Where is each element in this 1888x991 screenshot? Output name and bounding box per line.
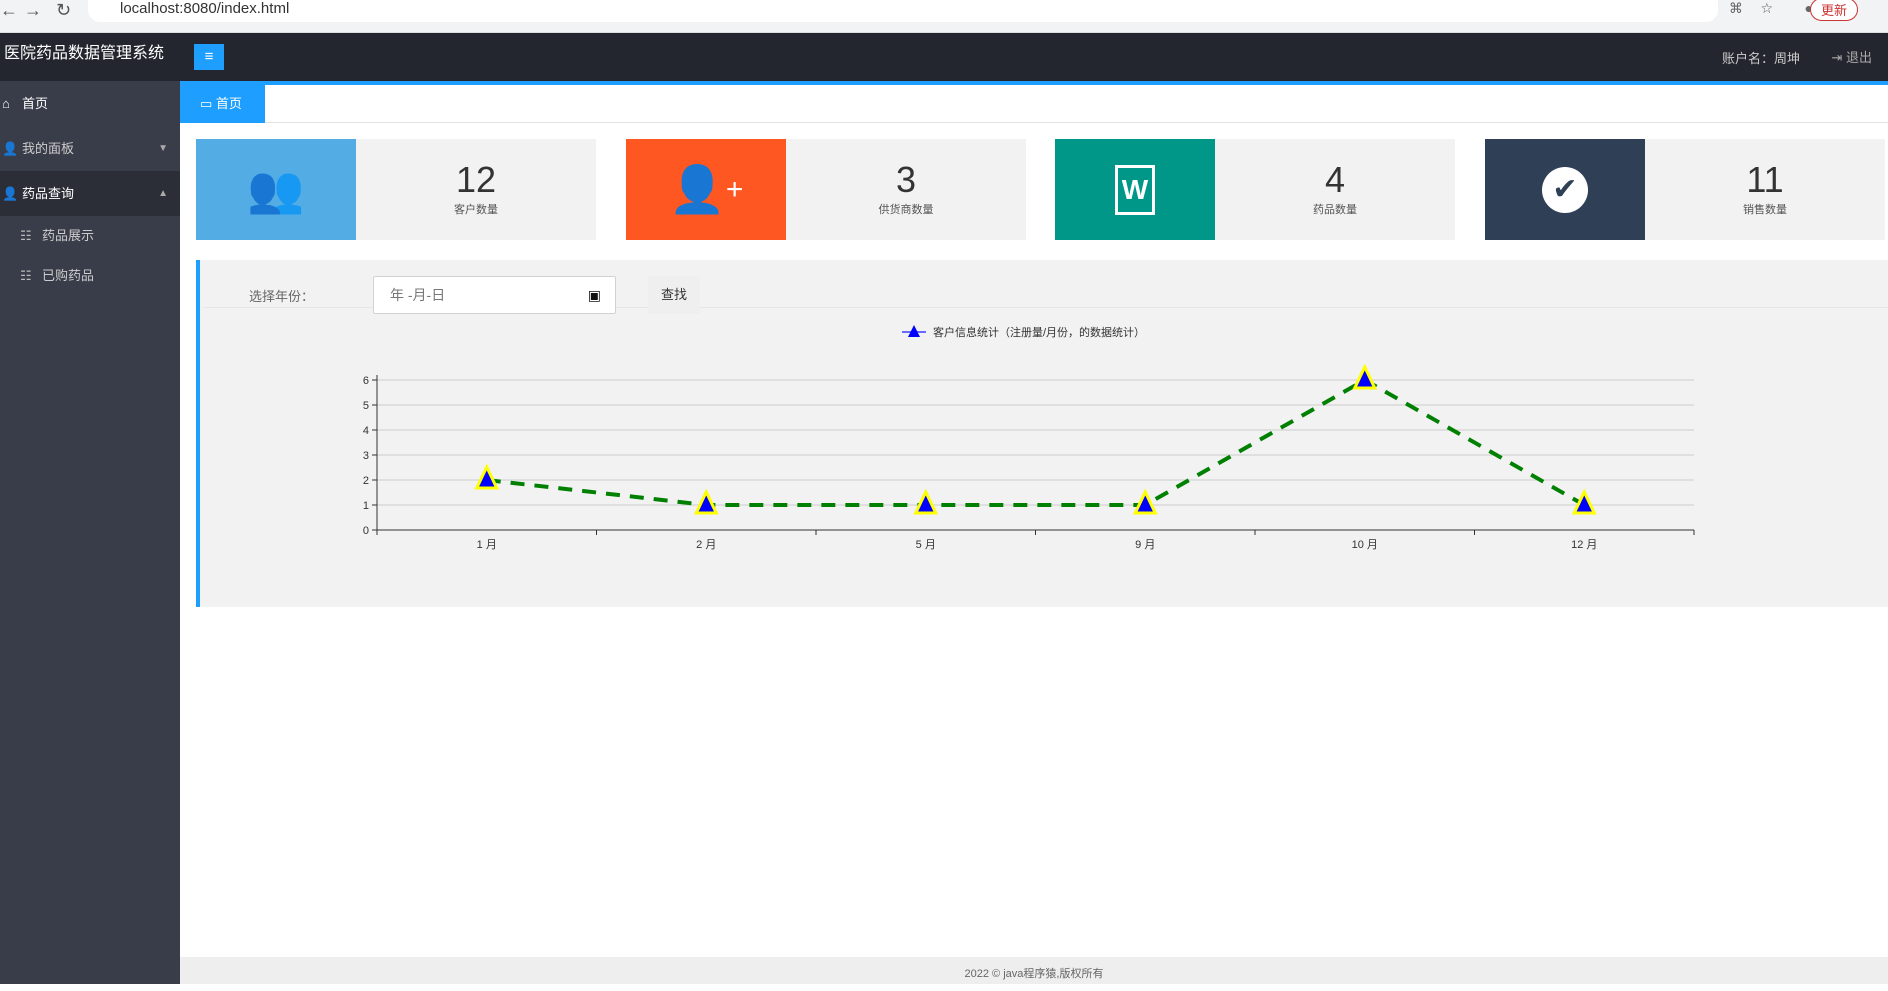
monitor-icon: ▭ [200,96,216,111]
list-icon: ☷ [20,228,32,243]
stat-value: 4 [1324,159,1346,200]
sidebar-item-drug-display[interactable]: ☷ 药品展示 [0,216,180,256]
star-icon[interactable]: ☆ [1760,0,1773,17]
home-icon: ⌂ [2,96,10,111]
stat-label: 药品数量 [1313,204,1357,216]
sidebar-item-purchased-drugs[interactable]: ☷ 已购药品 [0,256,180,296]
chevron-down-icon: ▼ [158,143,168,154]
sidebar-item-label: 已购药品 [42,268,95,283]
translate-icon[interactable]: ⌘ [1729,0,1743,17]
date-input[interactable]: 年 -月-日 ▣ [373,276,616,314]
y-tick-label: 0 [363,525,369,537]
legend-label: 客户信息统计（注册量/月份，的数据统计） [933,325,1145,339]
tab-divider [265,122,1888,123]
stat-value: 12 [455,159,497,200]
list-icon: ☷ [20,268,32,283]
series-line [486,377,1586,507]
sidebar-item-label: 药品查询 [22,186,75,201]
top-header: 医院药品数据管理系统 ≡ 账户名：周坤 ⇥ 退出 [0,33,1888,81]
update-button[interactable]: 更新 [1809,0,1858,21]
sidebar-item-home[interactable]: ⌂ 首页 [0,81,180,126]
address-bar[interactable]: localhost:8080/index.html [88,0,1718,22]
stat-card-sales: ✔ 11 销售数量 [1485,139,1885,240]
check-circle-icon: ✔ [1485,139,1645,240]
stat-card-drugs: W 4 药品数量 [1055,139,1455,240]
stat-value: 3 [895,159,917,200]
x-tick-label: 1 月 [477,539,497,551]
sidebar: ⌂ 首页 👤 我的面板 ▼ 👤 药品查询 ▲ ☷ 药品展示 ☷ 已购药品 [0,81,180,984]
logout-button[interactable]: ⇥ 退出 [1831,47,1872,66]
y-tick-label: 1 [363,500,369,512]
account-name: 账户名：周坤 [1721,51,1800,66]
stat-label: 供货商数量 [878,204,934,216]
x-tick-label: 2 月 [696,539,716,551]
users-icon: 👥 [196,139,356,240]
sidebar-item-label: 首页 [22,96,49,111]
menu-toggle-button[interactable]: ≡ [194,44,224,70]
stat-value: 11 [1746,159,1784,200]
chevron-up-icon: ▲ [158,188,168,199]
logout-label: 退出 [1845,50,1872,65]
tab-home[interactable]: ▭ 首页 [180,85,265,123]
y-tick-label: 5 [363,400,369,412]
header-accent-line [180,81,1888,85]
line-chart: 客户信息统计（注册量/月份，的数据统计） 0 1 2 3 4 5 6 1 月 2 月 5 月 9 月… [363,325,1695,551]
x-tick-label: 9 月 [1135,539,1155,551]
reload-icon[interactable]: ↻ [56,0,71,21]
stat-card-suppliers: 👤 + 3 供货商数量 [626,139,1026,240]
user-plus-icon: 👤 + [626,139,786,240]
y-tick-label: 4 [363,425,369,437]
stat-card-customers: 👥 12 客户数量 [196,139,596,240]
tab-label: 首页 [215,96,242,111]
y-tick-label: 6 [363,375,369,387]
data-point [474,463,500,490]
data-point [1132,488,1158,515]
x-tick-label: 12 月 [1571,539,1597,551]
app-title: 医院药品数据管理系统 [4,45,165,62]
y-tick-label: 2 [363,475,369,487]
data-point [693,488,719,515]
browser-toolbar: ← → ↻ localhost:8080/index.html ⌘ ☆ ● 更新 [0,0,1888,33]
user-icon: 👤 [2,186,19,201]
stat-label: 客户数量 [454,204,498,216]
date-placeholder: 年 -月-日 [390,287,446,303]
stat-label: 销售数量 [1743,204,1787,216]
sidebar-item-label: 药品展示 [42,228,95,243]
sidebar-item-drug-query[interactable]: 👤 药品查询 ▲ [0,171,180,216]
logout-icon: ⇥ [1831,50,1846,65]
calendar-icon[interactable]: ▣ [588,277,601,313]
footer-text: 2022 © java程序猿,版权所有 [964,968,1104,980]
sidebar-item-my-panel[interactable]: 👤 我的面板 ▼ [0,126,180,171]
search-button[interactable]: 查找 [648,276,700,314]
chart-legend: 客户信息统计（注册量/月份，的数据统计） [902,325,1145,339]
sidebar-item-label: 我的面板 [22,141,75,156]
footer: 2022 © java程序猿,版权所有 [180,957,1888,984]
year-label: 选择年份： [249,289,315,304]
data-point [913,488,939,515]
x-tick-label: 10 月 [1352,539,1378,551]
user-icon: 👤 [2,141,19,156]
word-file-icon: W [1055,139,1215,240]
forward-icon[interactable]: → [24,0,42,21]
back-icon[interactable]: ← [0,0,18,21]
x-tick-label: 5 月 [916,539,936,551]
y-tick-label: 3 [363,450,369,462]
data-point [1352,363,1378,390]
